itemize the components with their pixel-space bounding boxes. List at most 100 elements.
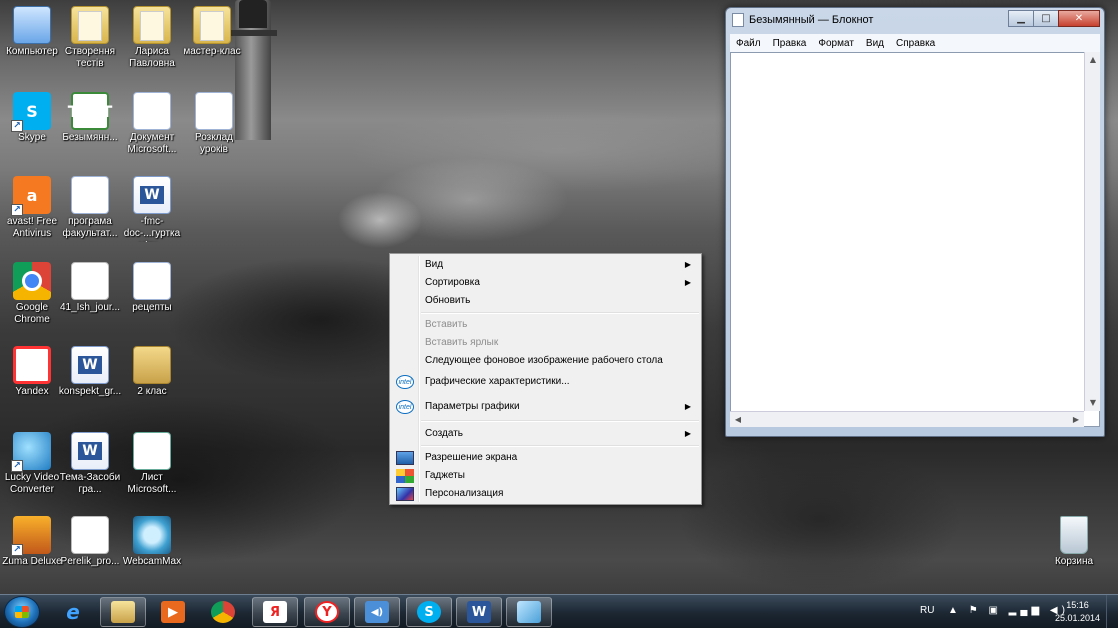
desktop-icon-document-microsoft[interactable]: ≡ Документ Microsoft... — [120, 92, 184, 156]
menu-item-label: Вид — [425, 259, 444, 270]
desktop-icon-pdf-journal[interactable]: PDF 41_Ish_jour... — [58, 262, 122, 314]
pdf-icon: PDF — [71, 262, 109, 300]
desktop-icon-computer[interactable]: Компьютер — [0, 6, 64, 58]
folder-icon — [193, 6, 231, 44]
desktop-icon-folder-create-tests[interactable]: Створення тестів — [58, 6, 122, 70]
word-icon: W — [71, 346, 109, 384]
menu-item-label: Сортировка — [425, 277, 480, 288]
play-icon: ▶ — [168, 604, 178, 620]
menu-item-personalization[interactable]: Персонализация — [392, 485, 699, 503]
maximize-button[interactable]: □ — [1033, 10, 1059, 27]
taskbar-media-player[interactable]: ▶ — [150, 597, 196, 627]
show-desktop-button[interactable] — [1106, 595, 1118, 628]
menu-item-sort[interactable]: Сортировка ▶ — [392, 274, 699, 292]
menu-item-paste-shortcut[interactable]: Вставить ярлык — [392, 334, 699, 352]
yandex-icon: Y — [13, 346, 51, 384]
desktop-icon-google-chrome[interactable]: Google Chrome — [0, 262, 64, 326]
taskbar-notepad[interactable] — [506, 597, 552, 627]
desktop-icon-zuma[interactable]: ↗ Zuma Deluxe — [0, 516, 64, 568]
taskbar-internet-explorer[interactable]: e — [50, 597, 96, 627]
test-icon-text: ТЕСТ — [67, 101, 113, 121]
menu-item-refresh[interactable]: Обновить — [392, 292, 699, 310]
show-hidden-icons-arrow-icon[interactable]: ▲ — [948, 605, 962, 616]
close-button[interactable]: ✕ — [1058, 10, 1100, 27]
yandex-browser-icon: Я — [263, 601, 287, 623]
desktop-icon-yandex[interactable]: Y Yandex — [0, 346, 64, 398]
lucky-video-icon: ↗ — [11, 432, 51, 472]
desktop-icon-folder-master-class[interactable]: мастер-клас — [180, 6, 244, 58]
notepad-text-area[interactable] — [730, 52, 1100, 427]
minimize-button[interactable]: ▁ — [1008, 10, 1034, 27]
menu-item-paste[interactable]: Вставить — [392, 316, 699, 334]
notepad-icon — [517, 601, 541, 623]
taskbar-file-explorer[interactable] — [100, 597, 146, 627]
desktop-icon-folder-larisa[interactable]: Лариса Павловна — [120, 6, 184, 70]
clock-time: 15:16 — [1066, 600, 1089, 610]
menu-item-create[interactable]: Создать ▶ — [392, 425, 699, 443]
menu-item-label: Обновить — [425, 295, 471, 306]
desktop-icon-excel-sheet[interactable]: X Лист Microsoft... — [120, 432, 184, 496]
clock[interactable]: 15:16 25.01.2014 — [1055, 599, 1100, 625]
menu-view[interactable]: Вид — [866, 38, 884, 49]
menu-separator — [421, 445, 699, 447]
chrome-icon — [211, 601, 235, 623]
menu-file[interactable]: Файл — [736, 38, 761, 49]
desktop-icon-skype[interactable]: S ↗ Skype — [0, 92, 64, 144]
internet-explorer-icon: e — [61, 600, 85, 624]
intel-icon: intel — [396, 375, 414, 389]
desktop-icon-test[interactable]: ТЕСТ Безымянн... — [58, 92, 122, 144]
word-document-icon: ≡ — [133, 262, 171, 300]
yandex-icon-letter: Y — [26, 355, 38, 375]
menu-item-view[interactable]: Вид ▶ — [392, 256, 699, 274]
menu-format[interactable]: Формат — [818, 38, 854, 49]
word-icon-letter: W — [140, 186, 164, 204]
word-document-icon: ≡ — [195, 92, 233, 130]
taskbar-word[interactable]: W — [456, 597, 502, 627]
file-explorer-icon — [111, 601, 135, 623]
desktop-icon-webcammax[interactable]: WebcamMax — [120, 516, 184, 568]
notepad-menubar: Файл Правка Формат Вид Справка — [730, 34, 1100, 52]
menu-item-graphics-options[interactable]: intel Параметры графики ▶ — [392, 398, 699, 416]
taskbar-skype[interactable]: S — [406, 597, 452, 627]
taskbar-chrome[interactable] — [200, 597, 246, 627]
menu-item-next-background[interactable]: Следующее фоновое изображение рабочего с… — [392, 352, 699, 370]
shortcut-arrow-icon: ↗ — [11, 544, 23, 556]
folder-icon — [71, 6, 109, 44]
desktop-icon-perelik-pdf[interactable]: PDF Perelik_pro... — [58, 516, 122, 568]
start-button[interactable] — [4, 596, 40, 628]
signal-strength-icon[interactable]: ▂▄▆ — [1009, 605, 1043, 616]
yandex-letter: Y — [322, 604, 332, 620]
close-icon: ✕ — [1074, 13, 1084, 24]
menu-help[interactable]: Справка — [896, 38, 935, 49]
desktop-icon-folder-2-class[interactable]: 2 клас — [120, 346, 184, 398]
desktop-icon-theme-tools[interactable]: W Тема-Засоби гра... — [58, 432, 122, 496]
menu-item-graphics-properties[interactable]: intel Графические характеристики... — [392, 373, 699, 391]
desktop-icon-avast[interactable]: a ↗ avast! Free Antivirus — [0, 176, 64, 240]
desktop-icon-recycle-bin[interactable]: Корзина — [1042, 516, 1106, 568]
desktop-icon-schedule[interactable]: ≡ Розклад уроків — [182, 92, 246, 156]
network-device-icon[interactable]: ▣ — [988, 605, 1001, 616]
word-icon: W — [71, 432, 109, 470]
menu-item-label: Следующее фоновое изображение рабочего с… — [425, 355, 663, 366]
gadgets-icon — [396, 469, 414, 483]
menu-item-label: Вставить ярлык — [425, 337, 499, 348]
taskbar-yandex[interactable]: Y — [304, 597, 350, 627]
desktop-icon-fmc-doc[interactable]: W -fmc-doc-...гуртка м'як... — [120, 176, 184, 242]
folder-icon — [133, 6, 171, 44]
desktop-icon-recipes[interactable]: ≡ рецепты — [120, 262, 184, 314]
desktop-icon-program-faculty[interactable]: ≡ програма факультат... — [58, 176, 122, 240]
desktop-icon-konspekt[interactable]: W konspekt_gr... — [58, 346, 122, 398]
menu-edit[interactable]: Правка — [773, 38, 807, 49]
language-indicator[interactable]: RU — [920, 605, 934, 616]
action-center-flag-icon[interactable]: ⚑ — [969, 605, 982, 616]
notepad-window[interactable]: Безымянный — Блокнот ▁ □ ✕ Файл Правка Ф… — [725, 7, 1105, 437]
computer-icon — [13, 6, 51, 44]
menu-item-gadgets[interactable]: Гаджеты — [392, 467, 699, 485]
taskbar-yandex-browser[interactable]: Я — [252, 597, 298, 627]
excel-icon-letter: X — [145, 441, 159, 461]
desktop-icon-lucky-video[interactable]: ↗ Lucky Video Converter — [0, 432, 64, 496]
folder-icon — [133, 346, 171, 384]
word-document-icon: ≡ — [71, 176, 109, 214]
taskbar-speaker-app[interactable]: ◀) — [354, 597, 400, 627]
menu-item-screen-resolution[interactable]: Разрешение экрана — [392, 449, 699, 467]
